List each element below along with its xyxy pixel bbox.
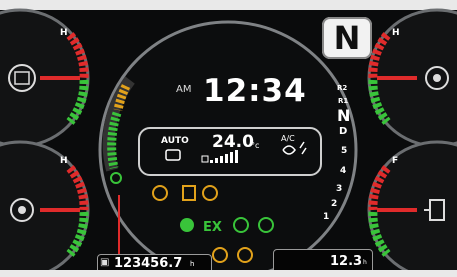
gauge-bottom-right-high-label: F xyxy=(392,156,399,166)
gear-position-list: R2 R1 N D 5 4 3 2 1 xyxy=(323,84,357,224)
gear-position-item: 4 xyxy=(340,166,347,176)
hour-meter-icon: ▣ xyxy=(100,257,110,268)
gear-position-item: R1 xyxy=(338,97,349,105)
climate-ac-label: A/C xyxy=(281,134,295,143)
gear-position-item: 1 xyxy=(323,212,330,222)
climate-mode: AUTO xyxy=(161,136,189,146)
gauge-top-right xyxy=(367,8,457,148)
gauge-top-left-high-label: H xyxy=(60,28,68,38)
clock-time: 12:34 xyxy=(203,73,307,109)
gear-position-item: 2 xyxy=(331,199,338,209)
gauge-top-left xyxy=(0,8,90,148)
odometer-unit: h xyxy=(190,260,195,268)
trip-value: 12.3 xyxy=(330,254,363,269)
trip-unit: h xyxy=(363,259,367,266)
clock-ampm: AM xyxy=(176,84,192,95)
bottom-bezel xyxy=(0,270,457,277)
turn-signal-icon xyxy=(180,218,194,232)
gear-position-item: 3 xyxy=(336,184,343,194)
climate-temperature: 24.0 xyxy=(212,132,254,152)
gear-position-item: 5 xyxy=(341,146,348,156)
climate-temperature-unit: °c xyxy=(251,141,260,150)
gauge-bottom-left xyxy=(0,140,90,277)
current-gear-indicator: N xyxy=(322,17,372,59)
gauge-bottom-left-high-label: H xyxy=(60,156,68,166)
instrument-cluster-screen: EX H H H F N AM 12:34 AUTO 24.0 °c A/C R… xyxy=(0,0,457,277)
gauge-top-right-high-label: H xyxy=(392,28,400,38)
odometer-value: 123456.7 xyxy=(114,256,183,271)
exhaust-icon: EX xyxy=(203,220,222,235)
gear-position-item: R2 xyxy=(337,84,348,92)
gauge-bottom-right xyxy=(367,140,457,277)
gear-position-item: N xyxy=(337,106,351,125)
gear-position-item: D xyxy=(339,126,348,137)
